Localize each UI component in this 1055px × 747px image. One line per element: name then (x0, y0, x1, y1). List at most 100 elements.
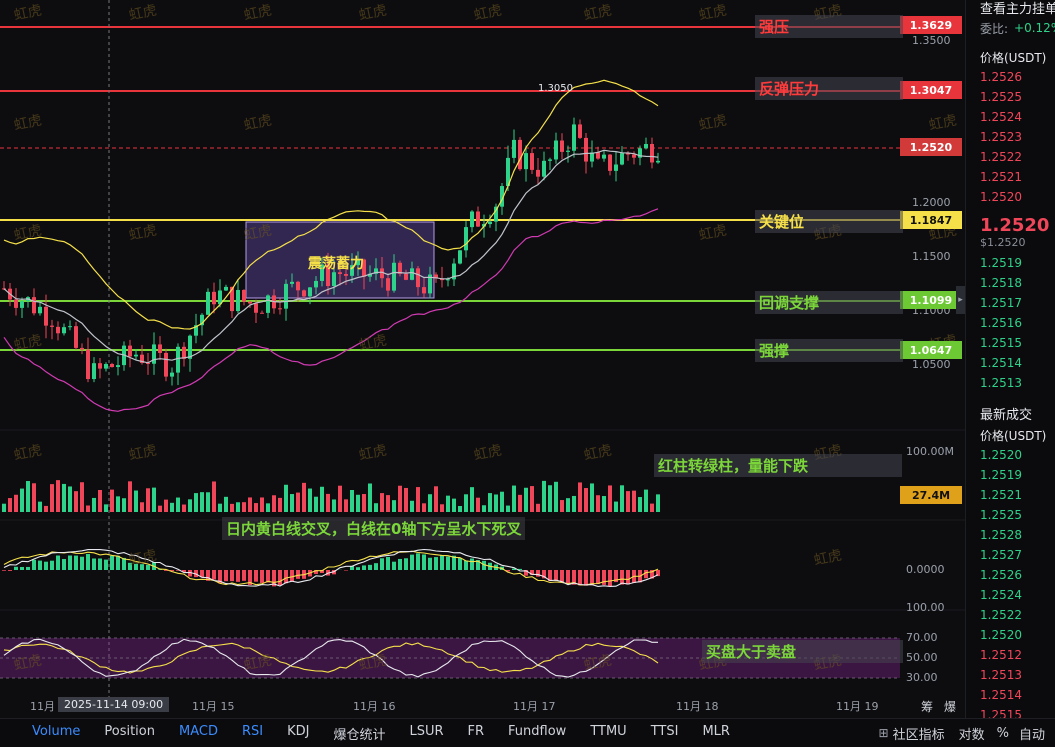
candle (302, 290, 306, 296)
candle (56, 327, 60, 333)
x-tick-nov15: 11月 15 (192, 698, 235, 714)
tab-rsi[interactable]: RSI (230, 724, 275, 743)
macd-bar (416, 553, 420, 570)
volume-bar (62, 484, 66, 512)
auto-scale-toggle[interactable]: 自动 (1015, 724, 1049, 743)
volume-bar (260, 497, 264, 512)
volume-bar (614, 502, 618, 512)
volume-bar (38, 502, 42, 512)
volume-bar (242, 502, 246, 512)
panel-collapse-handle[interactable]: ▸ (956, 286, 965, 314)
macd-bar (290, 570, 294, 581)
macd-bar (266, 570, 270, 583)
volume-bar (314, 497, 318, 512)
candle (344, 274, 348, 276)
tab-lsur[interactable]: LSUR (397, 724, 455, 743)
volume-bar (392, 500, 396, 512)
community-indicator-button[interactable]: 社区指标 (893, 724, 953, 743)
candle (566, 151, 570, 152)
level-label-pullback-support: 回调支撑 (755, 291, 903, 314)
candle (632, 155, 636, 158)
watermark: 虹虎 (13, 2, 44, 23)
volume-bar (98, 490, 102, 512)
macd-bar (146, 565, 150, 570)
ask-price-row[interactable]: 1.2524 (966, 107, 1055, 127)
ask-price-row[interactable]: 1.2520 (966, 187, 1055, 207)
bid-price-row[interactable]: 1.2513 (966, 373, 1055, 393)
tab-ttmu[interactable]: TTMU (578, 724, 638, 743)
ask-price-row[interactable]: 1.2525 (966, 87, 1055, 107)
ask-list: 1.25261.25251.25241.25231.25221.25211.25… (966, 67, 1055, 207)
volume-bar (284, 485, 288, 512)
volume-bar (68, 486, 72, 512)
order-book-header[interactable]: 查看主力挂单 (966, 0, 1055, 17)
macd-bar (434, 557, 438, 570)
tab-macd[interactable]: MACD (167, 724, 230, 743)
volume-bar (80, 482, 84, 512)
candle (80, 348, 84, 350)
macd-bar (380, 558, 384, 570)
volume-bar (2, 504, 6, 512)
candle (62, 327, 66, 333)
tab-爆仓统计[interactable]: 爆仓统计 (321, 724, 397, 743)
volume-bar (524, 488, 528, 512)
volume-bar (476, 498, 480, 512)
tab-volume[interactable]: Volume (20, 724, 92, 743)
trade-price-row: 1.2526 (966, 565, 1055, 585)
macd-bar (74, 556, 78, 570)
chart-area[interactable]: 1.35001.20001.15001.10001.0500100.00M0.0… (0, 0, 965, 718)
log-scale-toggle[interactable]: 对数 (953, 724, 991, 743)
macd-bar (26, 567, 30, 570)
volume-bar (224, 497, 228, 512)
volume-bar (56, 480, 60, 512)
ask-price-row[interactable]: 1.2522 (966, 147, 1055, 167)
candle (164, 353, 168, 377)
corner-liquidation-icon[interactable]: 爆 (944, 698, 956, 715)
tab-kdj[interactable]: KDJ (275, 724, 321, 743)
bid-price-row[interactable]: 1.2515 (966, 333, 1055, 353)
bid-price-row[interactable]: 1.2517 (966, 293, 1055, 313)
level-badge-key-level: 1.1847 (900, 211, 962, 229)
trade-price-row: 1.2514 (966, 685, 1055, 705)
macd-bar (440, 555, 444, 570)
community-indicator-icon[interactable]: ⊞ (879, 726, 889, 740)
macd-bar (230, 570, 234, 581)
candle (242, 290, 246, 302)
price-axis-label: 1.1500 (912, 250, 951, 263)
ask-price-row[interactable]: 1.2526 (966, 67, 1055, 87)
ask-price-row[interactable]: 1.2521 (966, 167, 1055, 187)
volume-bar (434, 486, 438, 512)
ask-price-row[interactable]: 1.2523 (966, 127, 1055, 147)
volume-bar (302, 483, 306, 512)
tab-position[interactable]: Position (92, 724, 167, 743)
macd-dea-line (4, 551, 658, 585)
volume-bar (656, 494, 660, 512)
candle (224, 287, 228, 291)
bid-price-row[interactable]: 1.2514 (966, 353, 1055, 373)
candle (608, 155, 612, 171)
volume-bar (356, 495, 360, 512)
tab-fr[interactable]: FR (456, 724, 497, 743)
tab-mlr[interactable]: MLR (690, 724, 742, 743)
watermark: 虹虎 (473, 442, 504, 463)
watermark: 虹虎 (128, 222, 159, 243)
corner-chip-icon[interactable]: 筹 (921, 698, 933, 715)
candle (134, 355, 138, 357)
bid-price-row[interactable]: 1.2516 (966, 313, 1055, 333)
bid-price-row[interactable]: 1.2518 (966, 273, 1055, 293)
trades-title[interactable]: 最新成交 (966, 401, 1055, 425)
macd-bar (428, 558, 432, 570)
volume-bar (650, 504, 654, 512)
macd-bar (32, 560, 36, 570)
price-axis-label: 1.0500 (912, 358, 951, 371)
tab-fundflow[interactable]: Fundflow (496, 724, 578, 743)
percent-scale-toggle[interactable]: % (991, 726, 1015, 741)
bid-price-row[interactable]: 1.2519 (966, 253, 1055, 273)
volume-bar (422, 503, 426, 512)
macd-bar (344, 570, 348, 571)
tab-ttsi[interactable]: TTSI (639, 724, 691, 743)
watermark: 虹虎 (698, 112, 729, 133)
macd-bar (50, 561, 54, 570)
volume-bar (374, 503, 378, 512)
volume-bar (44, 506, 48, 512)
